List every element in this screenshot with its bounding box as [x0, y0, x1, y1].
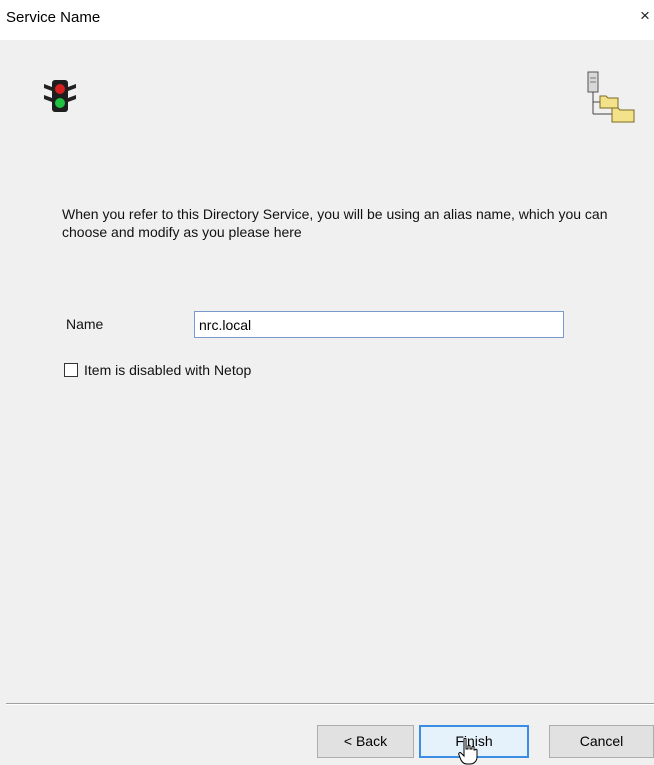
back-button[interactable]: < Back: [317, 725, 414, 758]
footer-separator: [6, 703, 654, 705]
directory-tree-icon: [587, 71, 635, 123]
cancel-button[interactable]: Cancel: [549, 725, 654, 758]
title-bar: Service Name ×: [0, 0, 654, 40]
finish-button[interactable]: Finish: [419, 725, 529, 758]
name-label: Name: [66, 316, 104, 332]
close-icon[interactable]: ×: [640, 4, 654, 28]
service-name-dialog: Service Name × When you refer to this Di…: [0, 0, 654, 765]
disabled-checkbox-row[interactable]: Item is disabled with Netop: [64, 360, 251, 380]
traffic-light-icon: [44, 80, 76, 112]
description-text: When you refer to this Directory Service…: [62, 206, 608, 240]
window-title: Service Name: [6, 9, 101, 26]
disabled-checkbox-label[interactable]: Item is disabled with Netop: [84, 362, 251, 378]
name-input[interactable]: [194, 311, 564, 338]
disabled-checkbox[interactable]: [64, 363, 78, 377]
